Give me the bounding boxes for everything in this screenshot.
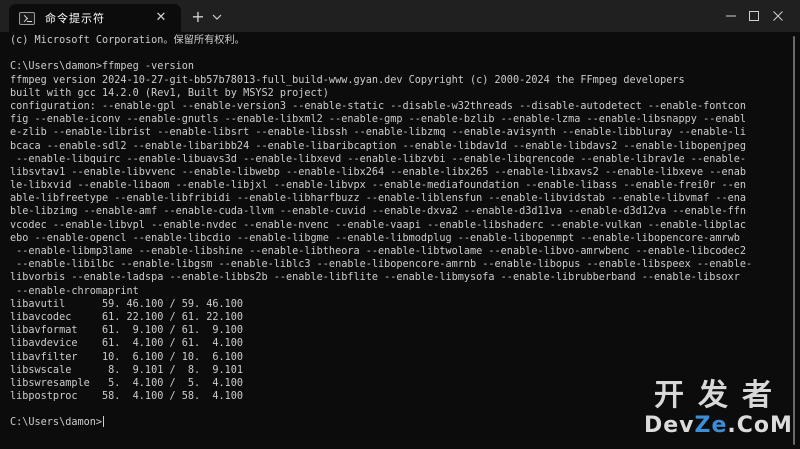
- terminal-line: ble-libzimg --enable-amf --enable-cuda-l…: [10, 206, 747, 218]
- terminal-line: bcaca --enable-sdl2 --enable-libaribb24 …: [10, 140, 747, 152]
- watermark-site-text: DevZe.CoM: [644, 412, 793, 440]
- terminal-line: libavutil 59. 46.100 / 59. 46.100: [10, 298, 244, 310]
- terminal-line: libavcodec 61. 22.100 / 61. 22.100: [10, 311, 244, 323]
- close-icon[interactable]: ✕: [153, 10, 169, 26]
- close-button[interactable]: [755, 0, 800, 32]
- terminal-line: --enable-libilbc --enable-libgsm --enabl…: [10, 259, 753, 271]
- watermark-dev: Dev: [644, 413, 695, 438]
- terminal-line: configuration: --enable-gpl --enable-ver…: [10, 100, 747, 112]
- terminal-line: ebo --enable-opencl --enable-libcdio --e…: [10, 232, 740, 244]
- terminal-line: able-libfreetype --enable-libfribidi --e…: [10, 193, 747, 205]
- terminal-line: libavfilter 10. 6.100 / 10. 6.100: [10, 351, 244, 363]
- terminal-line: libavdevice 61. 4.100 / 61. 4.100: [10, 338, 244, 350]
- terminal-line: ffmpeg version 2024-10-27-git-bb57b78013…: [10, 74, 685, 86]
- title-bar: 命令提示符 ✕ +: [0, 0, 800, 32]
- terminal-line: vcodec --enable-libvpl --enable-nvdec --…: [10, 219, 747, 231]
- terminal-line: --enable-libquirc --enable-libuavs3d --e…: [10, 153, 747, 165]
- terminal-line: libavformat 61. 9.100 / 61. 9.100: [10, 325, 244, 337]
- terminal-line: --enable-libmp3lame --enable-libshine --…: [10, 246, 747, 257]
- watermark-com: .CoM: [727, 413, 793, 438]
- tab-title: 命令提示符: [45, 12, 105, 25]
- terminal-line: fig --enable-iconv --enable-gnutls --ena…: [10, 114, 747, 126]
- terminal-line: libswscale 8. 9.101 / 8. 9.101: [10, 364, 244, 376]
- text-cursor: [103, 416, 105, 428]
- terminal-line: e-zlib --enable-librist --enable-libsrt …: [10, 127, 747, 139]
- watermark: 开发者 DevZe.CoM: [640, 378, 800, 449]
- terminal-line: libvorbis --enable-ladspa --enable-libbs…: [10, 272, 740, 284]
- terminal-line: built with gcc 14.2.0 (Rev1, Built by MS…: [10, 87, 329, 99]
- watermark-ze: Ze: [694, 413, 728, 438]
- chevron-down-icon[interactable]: [210, 10, 224, 24]
- terminal-line: libsvtav1 --enable-libvvenc --enable-lib…: [10, 166, 747, 178]
- tab-command-prompt[interactable]: 命令提示符 ✕: [9, 4, 181, 32]
- terminal-line: --enable-chromaprint: [10, 285, 139, 297]
- terminal-line: (c) Microsoft Corporation。保留所有权利。: [10, 35, 245, 46]
- plus-icon[interactable]: +: [189, 8, 207, 26]
- terminal-icon: [19, 11, 35, 25]
- watermark-chinese-text: 开发者: [654, 378, 786, 413]
- terminal-window: 命令提示符 ✕ + (c) Microsoft Corporation。保留所有…: [0, 0, 800, 449]
- close-icon: [772, 10, 784, 22]
- terminal-line: C:\Users\damon>ffmpeg -version: [10, 61, 195, 73]
- terminal-line: le-libxvid --enable-libaom --enable-libj…: [10, 180, 747, 192]
